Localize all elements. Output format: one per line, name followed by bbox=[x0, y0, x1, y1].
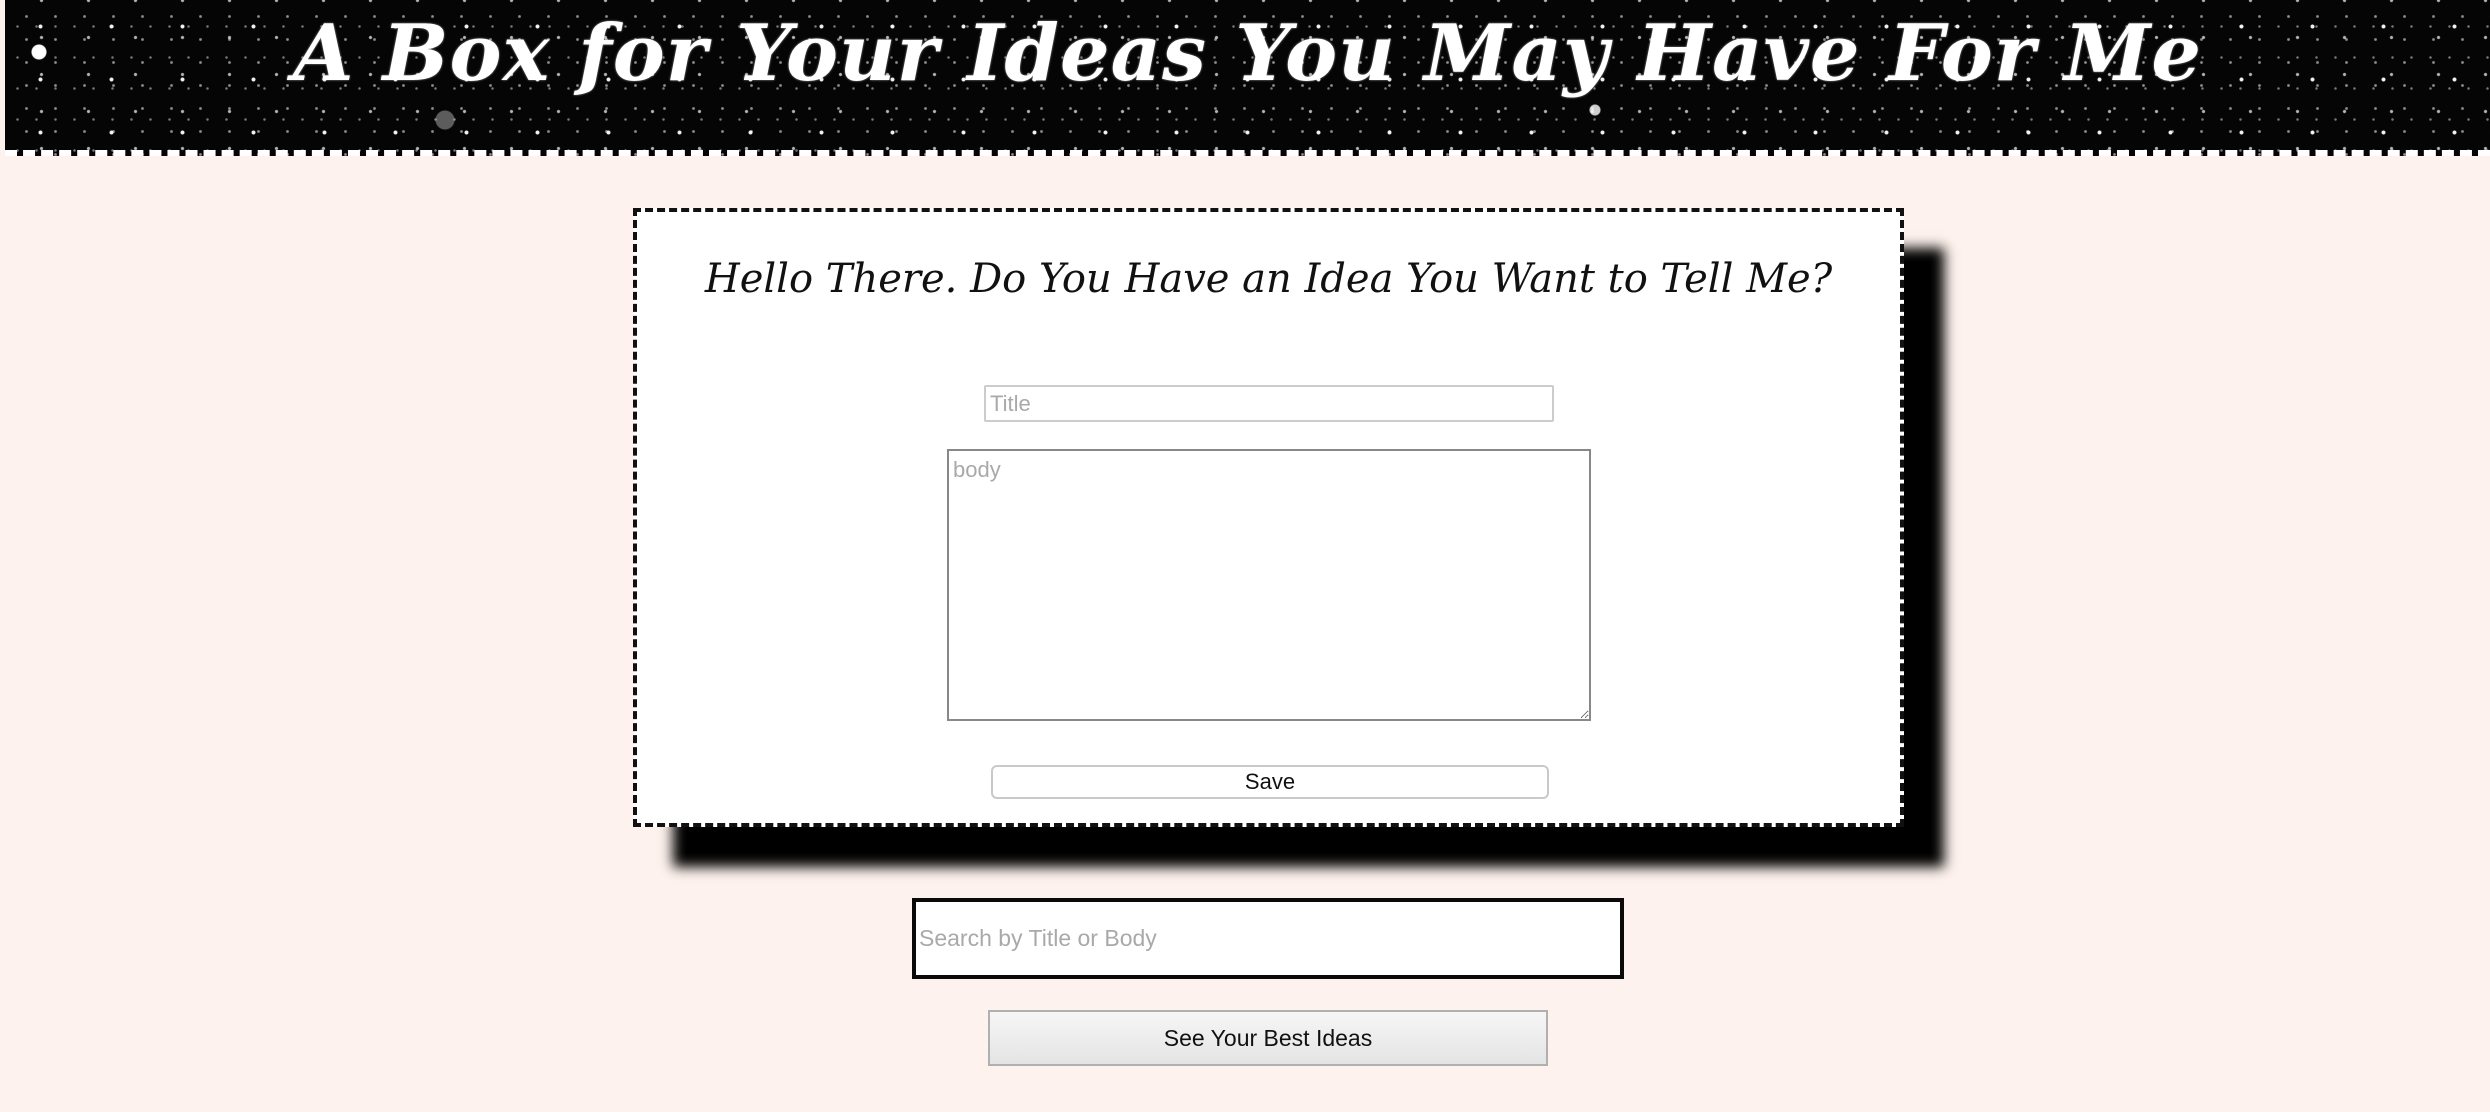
save-button[interactable]: Save bbox=[991, 765, 1549, 799]
page-header: A Box for Your Ideas You May Have For Me bbox=[5, 0, 2490, 156]
title-input[interactable] bbox=[984, 385, 1554, 422]
body-textarea[interactable] bbox=[947, 449, 1591, 721]
search-input[interactable] bbox=[912, 898, 1624, 979]
see-best-ideas-button[interactable]: See Your Best Ideas bbox=[988, 1010, 1548, 1066]
form-heading: Hello There. Do You Have an Idea You Wan… bbox=[704, 256, 1833, 302]
idea-form-card: Hello There. Do You Have an Idea You Wan… bbox=[633, 208, 1904, 827]
page-title: A Box for Your Ideas You May Have For Me bbox=[292, 8, 2203, 99]
